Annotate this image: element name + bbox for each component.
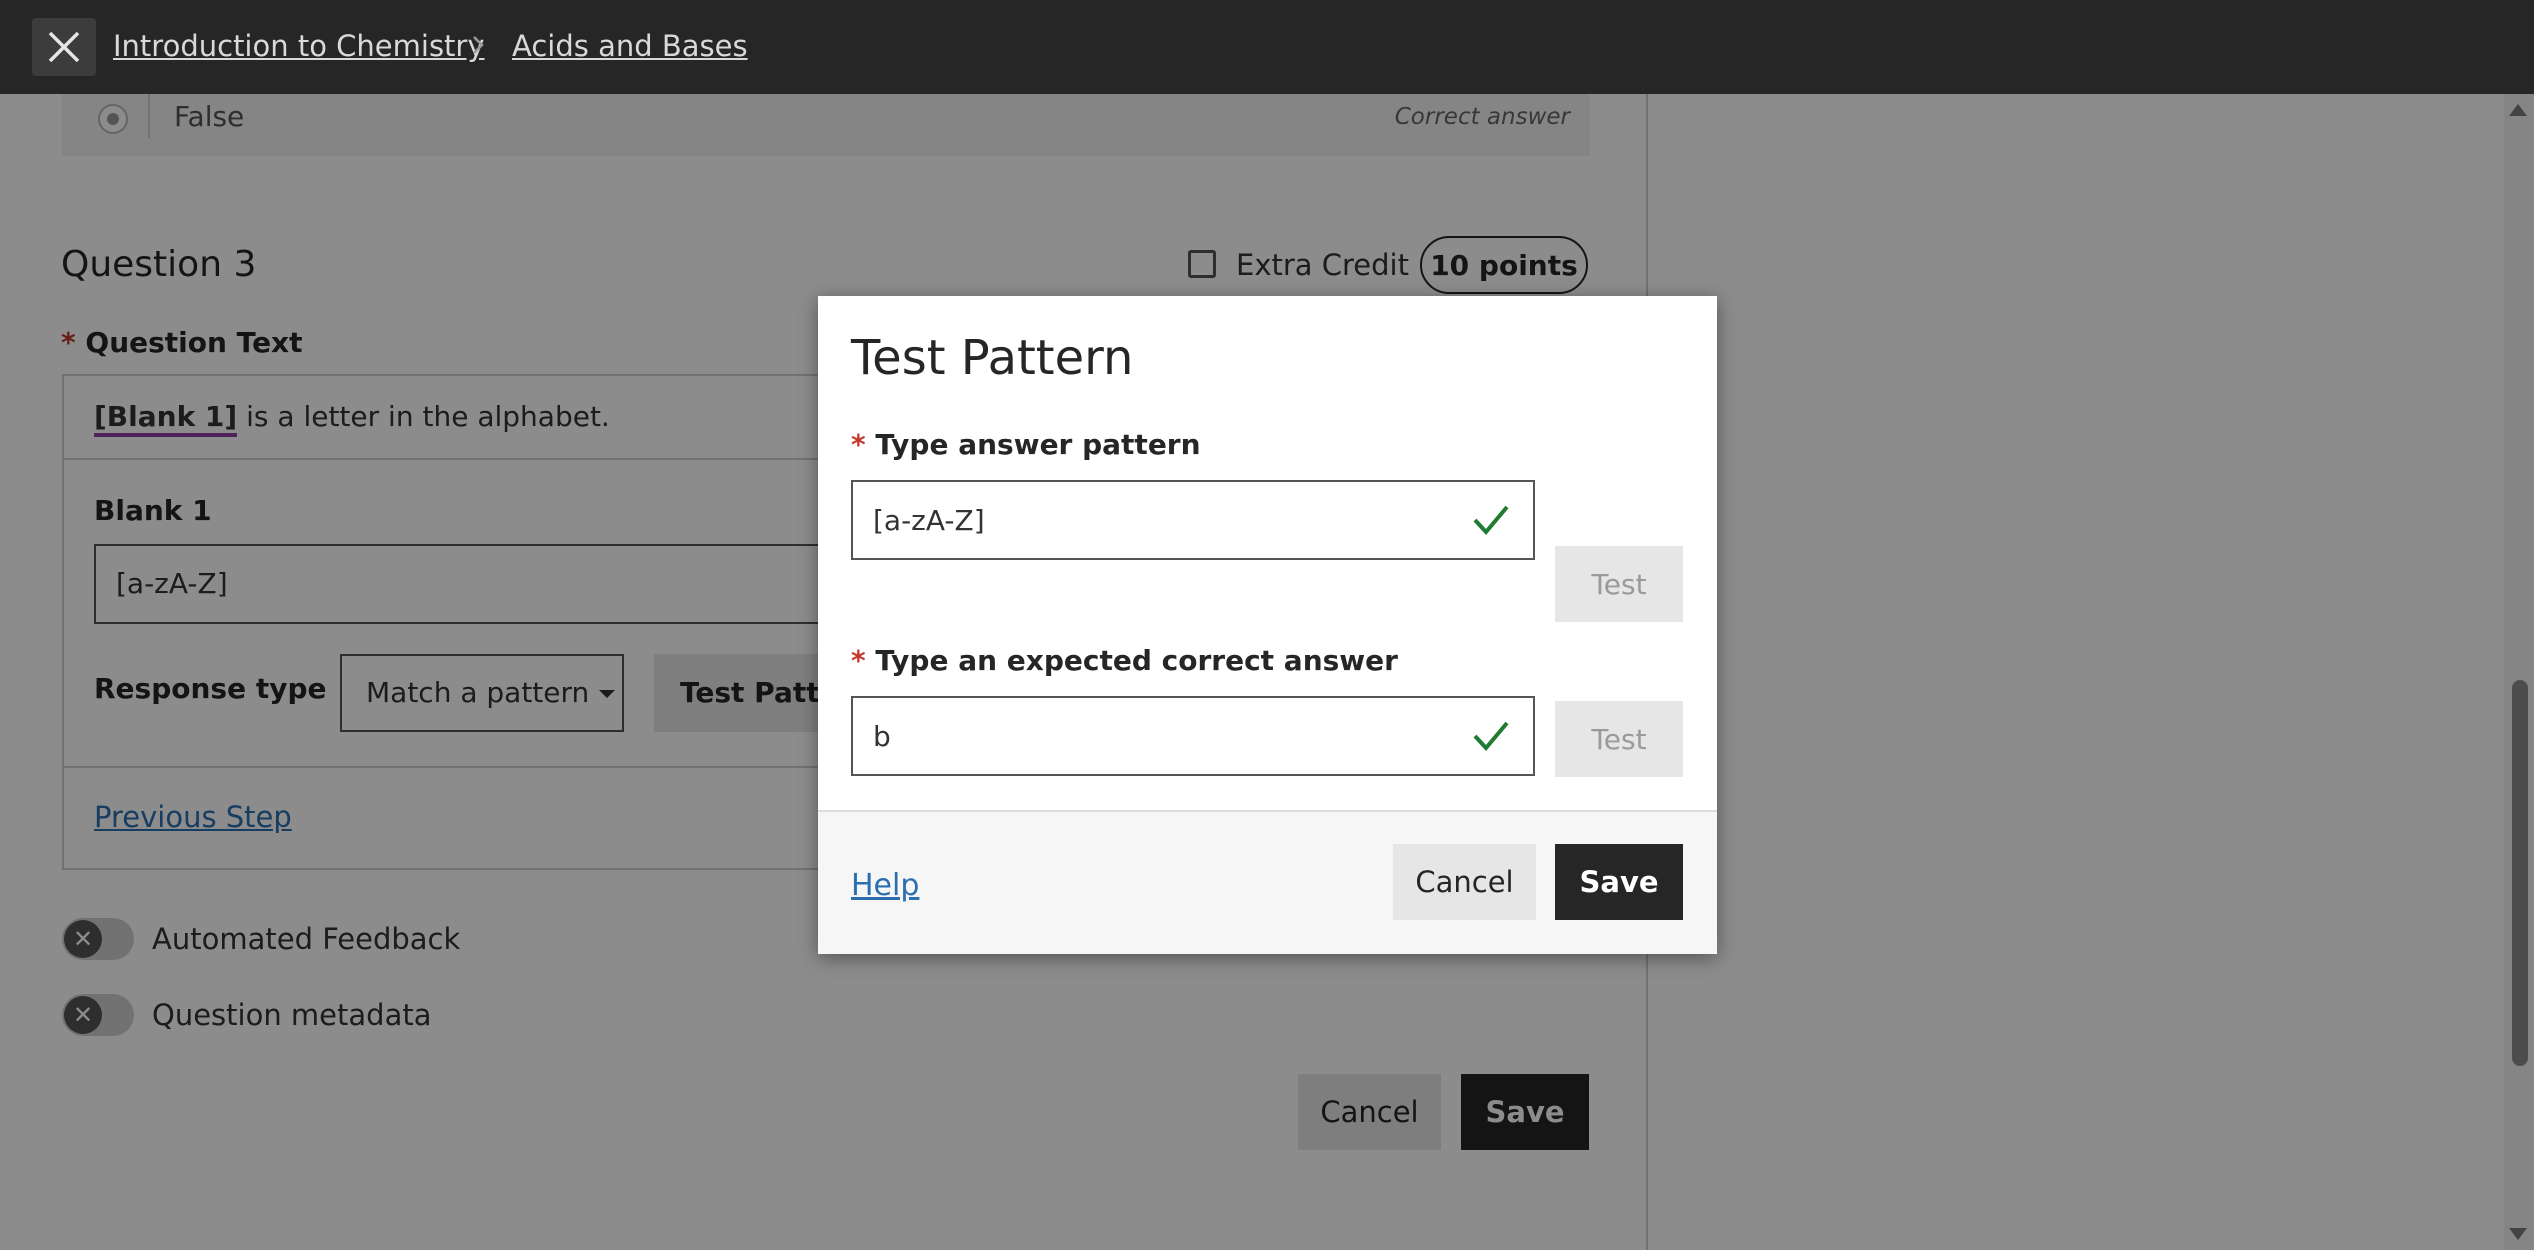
expected-answer-label-text: Type an expected correct answer [875, 644, 1398, 677]
pattern-label-text: Type answer pattern [875, 428, 1201, 461]
breadcrumb-section[interactable]: Acids and Bases [512, 29, 748, 63]
required-star: * [851, 644, 876, 677]
check-icon [1473, 721, 1509, 752]
close-icon [48, 31, 80, 63]
expected-answer-value: b [873, 720, 891, 753]
check-icon [1473, 505, 1509, 536]
expected-answer-input[interactable]: b [851, 696, 1535, 776]
expected-answer-label: * Type an expected correct answer [851, 644, 1398, 677]
top-bar: Introduction to Chemistry Acids and Base… [0, 0, 2534, 94]
dialog-cancel-button[interactable]: Cancel [1393, 844, 1536, 920]
help-link[interactable]: Help [851, 868, 919, 903]
breadcrumb-course[interactable]: Introduction to Chemistry [113, 29, 485, 63]
answer-pattern-value: [a-zA-Z] [873, 504, 985, 537]
chevron-right-icon [473, 36, 484, 54]
close-button[interactable] [32, 18, 96, 76]
test-pattern-test-button[interactable]: Test [1555, 546, 1683, 622]
required-star: * [851, 428, 876, 461]
answer-pattern-input[interactable]: [a-zA-Z] [851, 480, 1535, 560]
expected-answer-test-button[interactable]: Test [1555, 701, 1683, 777]
pattern-label: * Type answer pattern [851, 428, 1201, 461]
dialog-title: Test Pattern [851, 330, 1134, 386]
test-pattern-dialog: Test Pattern * Type answer pattern [a-zA… [818, 296, 1717, 954]
dialog-footer: Help Cancel Save [818, 810, 1717, 954]
dialog-save-button[interactable]: Save [1555, 844, 1683, 920]
